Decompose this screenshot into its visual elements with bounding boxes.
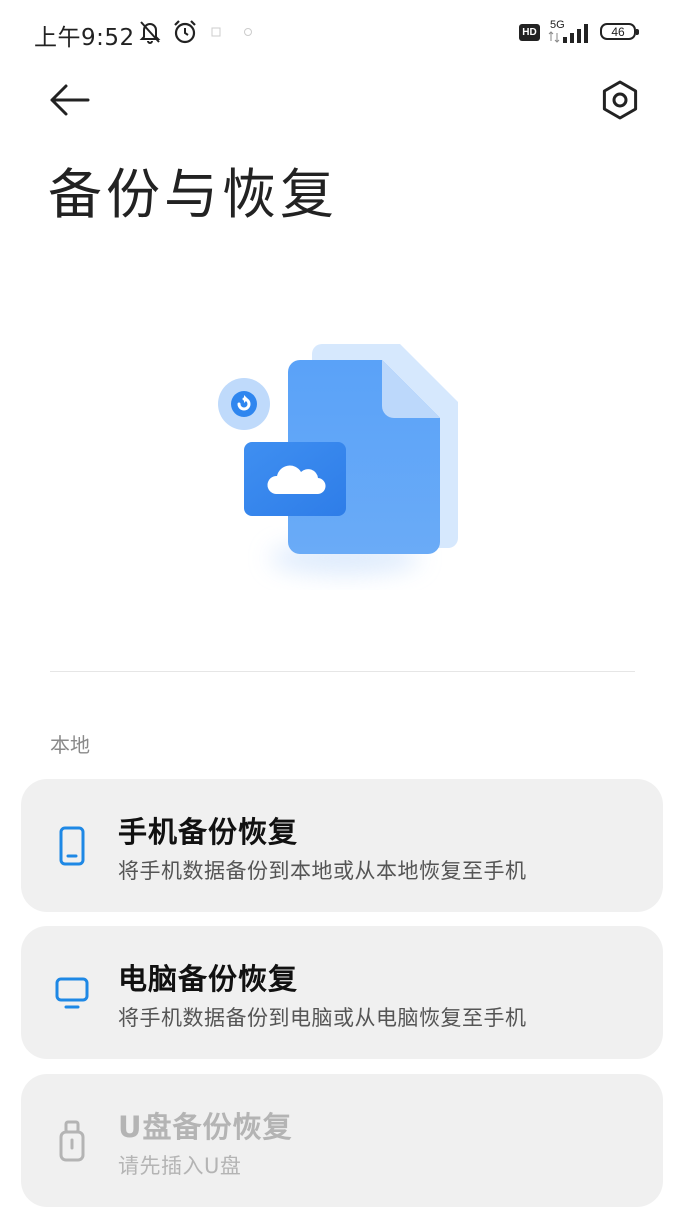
hd-badge: HD	[519, 24, 540, 41]
monitor-icon	[55, 977, 89, 1009]
signal-icon	[563, 24, 588, 43]
data-arrows-icon	[548, 31, 560, 43]
gear-icon	[602, 80, 638, 120]
option-title: 电脑备份恢复	[118, 962, 299, 996]
backup-illustration	[218, 344, 458, 574]
notification-dot-icon	[244, 28, 252, 36]
arrow-left-icon	[50, 84, 90, 116]
back-button[interactable]	[46, 78, 94, 122]
option-subtitle: 将手机数据备份到电脑或从电脑恢复至手机	[118, 1006, 527, 1030]
usb-backup-option[interactable]: U盘备份恢复 请先插入U盘	[21, 1074, 663, 1207]
status-bar: 上午9:52 HD 5G 46	[0, 0, 684, 64]
page-title: 备份与恢复	[48, 163, 338, 226]
option-title: 手机备份恢复	[118, 815, 299, 849]
option-subtitle: 请先插入U盘	[118, 1154, 242, 1178]
notification-square-icon	[211, 27, 221, 37]
notifications-muted-icon	[139, 21, 161, 44]
usb-drive-icon	[59, 1120, 85, 1162]
phone-backup-option[interactable]: 手机备份恢复 将手机数据备份到本地或从本地恢复至手机	[21, 779, 663, 912]
phone-icon	[59, 826, 85, 866]
divider	[50, 671, 635, 672]
option-title: U盘备份恢复	[118, 1110, 293, 1144]
battery-indicator: 46	[600, 23, 639, 40]
status-time: 上午9:52	[34, 25, 135, 51]
section-label-local: 本地	[50, 733, 90, 757]
option-subtitle: 将手机数据备份到本地或从本地恢复至手机	[118, 859, 527, 883]
alarm-icon	[174, 20, 196, 44]
settings-button[interactable]	[596, 76, 644, 124]
battery-level: 46	[611, 24, 625, 39]
computer-backup-option[interactable]: 电脑备份恢复 将手机数据备份到电脑或从电脑恢复至手机	[21, 926, 663, 1059]
